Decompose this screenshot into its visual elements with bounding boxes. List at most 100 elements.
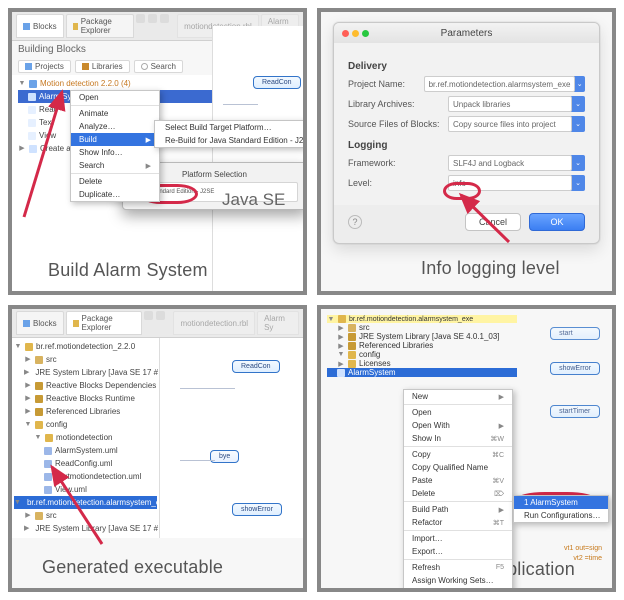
dropdown-icon[interactable]: ⌄ (571, 116, 585, 132)
filter-projects[interactable]: Projects (18, 60, 71, 73)
ctx-import[interactable]: Import… (404, 532, 512, 545)
input-project-name[interactable]: br.ref.motiondetection.alarmsystem_exe (424, 76, 576, 92)
tab-alarm[interactable]: Alarm Sy (257, 311, 299, 335)
ctx-duplicate[interactable]: Duplicate… (71, 188, 159, 201)
parameters-dialog: Parameters Delivery Project Name: br.ref… (333, 22, 600, 244)
annotation-circle (443, 182, 481, 200)
tree-reflib[interactable]: ▶Referenced Libraries (14, 405, 157, 418)
ctx-copy-qualified[interactable]: Copy Qualified Name (404, 461, 512, 474)
context-menu: Open Animate Analyze… Build▶ Show Info… … (70, 90, 160, 202)
tab-blocks[interactable]: Blocks (16, 14, 64, 38)
tab-package-explorer[interactable]: Package Explorer (66, 311, 143, 335)
tree-src[interactable]: ▶src (14, 353, 157, 366)
filter-libraries[interactable]: Libraries (75, 60, 130, 73)
input-source-files[interactable]: Copy source files into project (448, 116, 572, 132)
file-readconfig-uml[interactable]: ReadConfig.uml (14, 457, 157, 470)
ctx-delete[interactable]: Delete⌦ (404, 487, 512, 500)
tree-exe-project[interactable]: ▼br.ref.motiondetection.alarmsystem_exe (327, 315, 517, 323)
annotation-vt2: vt2 =time (573, 555, 602, 562)
ctx-paste[interactable]: Paste⌘V (404, 474, 512, 487)
ctx-delete[interactable]: Delete (71, 175, 159, 188)
tree-exe-src[interactable]: ▶src (14, 509, 157, 522)
tree-src[interactable]: ▶src (327, 323, 517, 332)
diagram-node-showerror[interactable]: showError (550, 362, 600, 375)
lbl-library-archives: Library Archives: (348, 99, 448, 109)
ctx-show-info[interactable]: Show Info… (71, 146, 159, 159)
cancel-button[interactable]: Cancel (465, 213, 521, 231)
help-button[interactable]: ? (348, 215, 362, 229)
diagram-canvas[interactable]: ReadCon bye showError (160, 338, 303, 538)
input-library-archives[interactable]: Unpack libraries (448, 96, 572, 112)
tree-config[interactable]: ▼config (327, 350, 517, 359)
annotation-vt1: vt1 out=sign (564, 545, 602, 552)
ctx-assign-ws[interactable]: Assign Working Sets… (404, 574, 512, 587)
tree-deps[interactable]: ▶Reactive Blocks Dependencies (14, 379, 157, 392)
ctx-refresh[interactable]: RefreshF5 (404, 561, 512, 574)
tree-pkg[interactable]: ▼motiondetection (14, 431, 157, 444)
tree-launch-item[interactable]: AlarmSystem (327, 368, 517, 377)
parameters-titlebar: Parameters (334, 23, 599, 43)
diagram-node-starttimer[interactable]: startTimer (550, 405, 600, 418)
ctx-analyze[interactable]: Analyze… (71, 120, 159, 133)
package-tree: ▼br.ref.motiondetection.alarmsystem_exe … (327, 315, 517, 377)
ctx-build[interactable]: Build▶ (71, 133, 159, 146)
ctx-copy[interactable]: Copy⌘C (404, 448, 512, 461)
ctx-open[interactable]: Open (71, 91, 159, 104)
tree-jre[interactable]: ▶JRE System Library [Java SE 4.0.1_03] (327, 332, 517, 341)
tree-exe-jre[interactable]: ▶JRE System Library [Java SE 17 # 4.1_03… (14, 522, 157, 535)
lbl-source-files: Source Files of Blocks: (348, 119, 448, 129)
tree-runtime[interactable]: ▶Reactive Blocks Runtime (14, 392, 157, 405)
ctx-search[interactable]: Search▶ (71, 159, 159, 172)
ctx-open[interactable]: Open (404, 406, 512, 419)
file-textmotion-uml[interactable]: Textmotiondetection.uml (14, 470, 157, 483)
ctx-export[interactable]: Export… (404, 545, 512, 558)
tree-config[interactable]: ▼config (14, 418, 157, 431)
tree-reflib[interactable]: ▶Referenced Libraries (327, 341, 517, 350)
run-alarmsystem[interactable]: 1 AlarmSystem (514, 496, 608, 509)
tree-project[interactable]: ▼br.ref.motiondetection_2.2.0 (14, 340, 157, 353)
panel-build-alarm: Blocks Package Explorer motiondetection.… (8, 8, 307, 295)
package-tree: ▼br.ref.motiondetection_2.2.0 ▶src ▶JRE … (12, 338, 160, 538)
ctx-debug-as[interactable]: Debug As▶ (404, 590, 512, 592)
run-configurations[interactable]: Run Configurations… (514, 509, 608, 522)
tree-exe-reflib[interactable]: ▶Referenced Libraries (14, 535, 157, 538)
tab-package-explorer[interactable]: Package Explorer (66, 14, 135, 38)
tab-editor[interactable]: motiondetection.rbl (173, 311, 255, 335)
panel-parameters: Parameters Delivery Project Name: br.ref… (317, 8, 616, 295)
diagram-node-bye[interactable]: bye (210, 450, 239, 463)
tab-bar: Blocks Package Explorer motiondetection.… (12, 309, 303, 338)
ctx-animate[interactable]: Animate (71, 107, 159, 120)
filter-search[interactable]: Search (134, 60, 183, 73)
dropdown-icon[interactable]: ⌄ (571, 155, 585, 171)
context-submenu-build: Select Build Target Platform… Re-Build f… (154, 120, 304, 148)
ctx-show-in[interactable]: Show In⌘W (404, 432, 512, 445)
diagram-canvas[interactable]: ReadCon (212, 26, 303, 291)
dropdown-icon[interactable]: ⌄ (571, 96, 585, 112)
context-menu: New▶ Open Open With▶ Show In⌘W Copy⌘C Co… (403, 389, 513, 592)
ctx-open-with[interactable]: Open With▶ (404, 419, 512, 432)
toolbar-icons (136, 14, 169, 38)
ctx-select-platform[interactable]: Select Build Target Platform… (155, 121, 303, 134)
diagram-node-showerror[interactable]: showError (232, 503, 282, 516)
input-framework[interactable]: SLF4J and Logback (448, 155, 572, 171)
diagram-node-readcon[interactable]: ReadCon (253, 76, 301, 89)
caption: Generated executable (42, 557, 223, 578)
window-controls[interactable] (342, 30, 369, 37)
diagram-node-readcon[interactable]: ReadCon (232, 360, 280, 373)
tree-exe-project[interactable]: ▼br.ref.motiondetection.alarmsystem_exe (14, 496, 157, 509)
tab-blocks[interactable]: Blocks (16, 311, 64, 335)
dropdown-icon[interactable]: ⌄ (571, 175, 585, 191)
diagram-node-start[interactable]: start (550, 327, 600, 340)
ctx-rebuild-j2se[interactable]: Re-Build for Java Standard Edition - J2S… (155, 134, 303, 147)
ok-button[interactable]: OK (529, 213, 585, 231)
file-alarmsystem-uml[interactable]: AlarmSystem.uml (14, 444, 157, 457)
dropdown-icon[interactable]: ⌄ (574, 76, 585, 92)
ctx-new[interactable]: New▶ (404, 390, 512, 403)
file-view-uml[interactable]: View.uml (14, 483, 157, 496)
ctx-refactor[interactable]: Refactor⌘T (404, 516, 512, 529)
ctx-build-path[interactable]: Build Path▶ (404, 503, 512, 516)
lbl-framework: Framework: (348, 158, 448, 168)
tree-licenses[interactable]: ▶Licenses (327, 359, 517, 368)
lbl-project-name: Project Name: (348, 79, 424, 89)
tree-jre[interactable]: ▶JRE System Library [Java SE 17 # 4.1_03… (14, 366, 157, 379)
